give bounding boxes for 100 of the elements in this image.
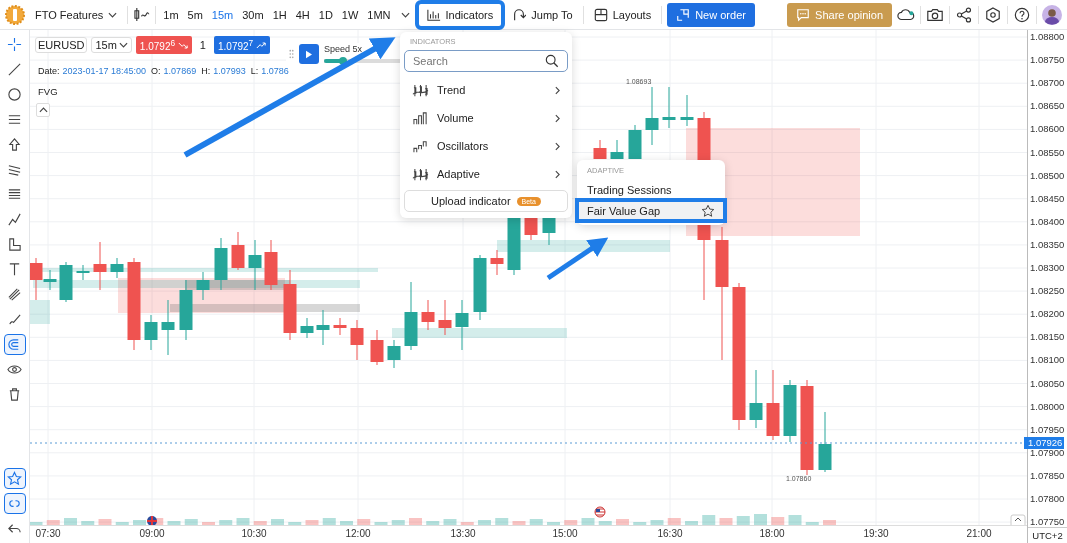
volume-bar bbox=[202, 522, 215, 525]
price-axis-label: 1.08500 bbox=[1030, 169, 1065, 182]
jump-to-button[interactable]: Jump To bbox=[507, 2, 578, 27]
symbol-field[interactable]: EURUSD bbox=[35, 37, 88, 54]
candle bbox=[110, 257, 124, 279]
logo-icon bbox=[5, 4, 25, 25]
buy-button[interactable]: 1.0792$^{7}$ bbox=[214, 36, 270, 55]
candle bbox=[438, 299, 452, 336]
timeframe-option[interactable]: 30m bbox=[240, 6, 266, 23]
zigzag-icon bbox=[7, 212, 22, 227]
volume-bar bbox=[322, 518, 336, 525]
settings-icon[interactable] bbox=[984, 6, 1002, 23]
time-axis-label: 12:00 bbox=[344, 528, 372, 539]
drag-handle-icon[interactable] bbox=[289, 49, 294, 59]
candle bbox=[248, 239, 262, 291]
current-price-label: 1.07926 bbox=[1024, 437, 1065, 449]
bar-chart-icon bbox=[412, 110, 429, 126]
brush-icon bbox=[7, 312, 22, 327]
help-icon[interactable] bbox=[1013, 6, 1031, 23]
chevron-up-icon bbox=[38, 107, 48, 113]
tool-button[interactable] bbox=[3, 493, 26, 514]
layouts-button[interactable]: Layouts bbox=[588, 2, 657, 27]
volume-bar bbox=[357, 519, 371, 525]
quantity-field[interactable]: 1 bbox=[195, 39, 210, 52]
arrow-up-icon bbox=[7, 137, 22, 152]
candle bbox=[93, 241, 107, 291]
avatar-icon[interactable] bbox=[1042, 4, 1062, 25]
line-icon bbox=[7, 62, 22, 77]
timeframe-option[interactable]: 1H bbox=[270, 6, 289, 23]
candle bbox=[231, 231, 245, 271]
submenu-item[interactable]: Fair Value Gap bbox=[577, 200, 725, 221]
play-button[interactable] bbox=[299, 44, 319, 64]
chevron-down-icon[interactable] bbox=[400, 11, 410, 18]
search-field[interactable]: Search bbox=[404, 50, 568, 72]
bar-chart-icon bbox=[426, 7, 441, 22]
candles-icon bbox=[412, 82, 429, 98]
menu-item[interactable]: Oscillators bbox=[404, 132, 568, 160]
ohlc-value: 2023-01-17 18:45:00 bbox=[62, 66, 147, 76]
menu-item[interactable]: Adaptive bbox=[404, 160, 568, 188]
candle bbox=[455, 299, 469, 351]
timeframe-option[interactable]: 1MN bbox=[365, 6, 393, 23]
speed-slider[interactable] bbox=[324, 56, 400, 65]
candle bbox=[645, 86, 659, 146]
chevron-down-icon bbox=[108, 11, 118, 18]
volume-bar bbox=[340, 521, 353, 525]
star-icon[interactable] bbox=[701, 203, 715, 218]
workspace-dropdown[interactable]: FTO Features bbox=[30, 2, 123, 27]
timeframe-option[interactable]: 1W bbox=[339, 6, 361, 23]
volume-bar bbox=[771, 517, 785, 525]
candle bbox=[144, 314, 158, 351]
chevron-right-icon bbox=[555, 141, 560, 151]
volume-bar bbox=[253, 521, 267, 525]
volume-bar bbox=[81, 521, 95, 525]
volume-bar bbox=[633, 522, 647, 525]
volume-bar bbox=[305, 520, 319, 525]
candle bbox=[421, 299, 435, 331]
collapse-button[interactable] bbox=[36, 103, 50, 117]
volume-bar bbox=[98, 519, 112, 525]
timeframe-option[interactable]: 15m bbox=[209, 6, 236, 23]
menu-item[interactable]: Trend bbox=[404, 76, 568, 104]
candle bbox=[179, 279, 193, 341]
time-axis-label: 07:30 bbox=[34, 528, 62, 539]
speed-label: Speed 5x bbox=[324, 43, 364, 54]
ohlc-value: 1.07869 bbox=[163, 66, 197, 76]
tool-button[interactable] bbox=[3, 468, 26, 489]
candlestick-type-icon[interactable] bbox=[133, 7, 151, 22]
timeframe-option[interactable]: 1D bbox=[316, 6, 335, 23]
price-axis-label: 1.08150 bbox=[1030, 331, 1065, 344]
time-axis-label: 19:30 bbox=[862, 528, 890, 539]
time-axis-label: 21:00 bbox=[965, 528, 993, 539]
menu-item[interactable]: Volume bbox=[404, 104, 568, 132]
auto-scale-icon[interactable] bbox=[1010, 514, 1026, 525]
timeframe-option[interactable]: 1m bbox=[161, 6, 181, 23]
crosshair-icon bbox=[7, 37, 22, 52]
candle bbox=[161, 299, 175, 356]
indicators-button[interactable]: Indicators bbox=[417, 2, 503, 27]
price-axis-label: 1.08650 bbox=[1030, 100, 1065, 113]
candle bbox=[610, 139, 624, 160]
camera-icon[interactable] bbox=[926, 6, 944, 23]
candle bbox=[196, 271, 210, 301]
volume-bar bbox=[805, 522, 819, 525]
submenu-item[interactable]: Trading Sessions bbox=[577, 179, 725, 200]
ohlc-value: 1.0786 bbox=[261, 66, 289, 76]
search-icon bbox=[545, 54, 559, 68]
brushes-icon bbox=[7, 287, 22, 302]
price-axis-label: 1.08300 bbox=[1030, 262, 1065, 274]
share-icon[interactable] bbox=[955, 6, 973, 23]
candle bbox=[300, 317, 314, 339]
interval-dropdown[interactable]: 15m bbox=[91, 37, 132, 54]
drawing-tool-button[interactable] bbox=[3, 334, 26, 355]
candle bbox=[818, 411, 832, 473]
price-axis-label: 1.08450 bbox=[1030, 192, 1065, 205]
timeframe-option[interactable]: 4H bbox=[293, 6, 312, 23]
volume-bar bbox=[719, 518, 733, 525]
volume-bar bbox=[581, 518, 595, 525]
new-order-button[interactable]: New order bbox=[667, 2, 755, 27]
cloud-icon[interactable] bbox=[897, 6, 915, 23]
volume-bar bbox=[478, 520, 491, 525]
timeframe-option[interactable]: 5m bbox=[185, 6, 205, 23]
ruler-icon bbox=[7, 237, 22, 252]
